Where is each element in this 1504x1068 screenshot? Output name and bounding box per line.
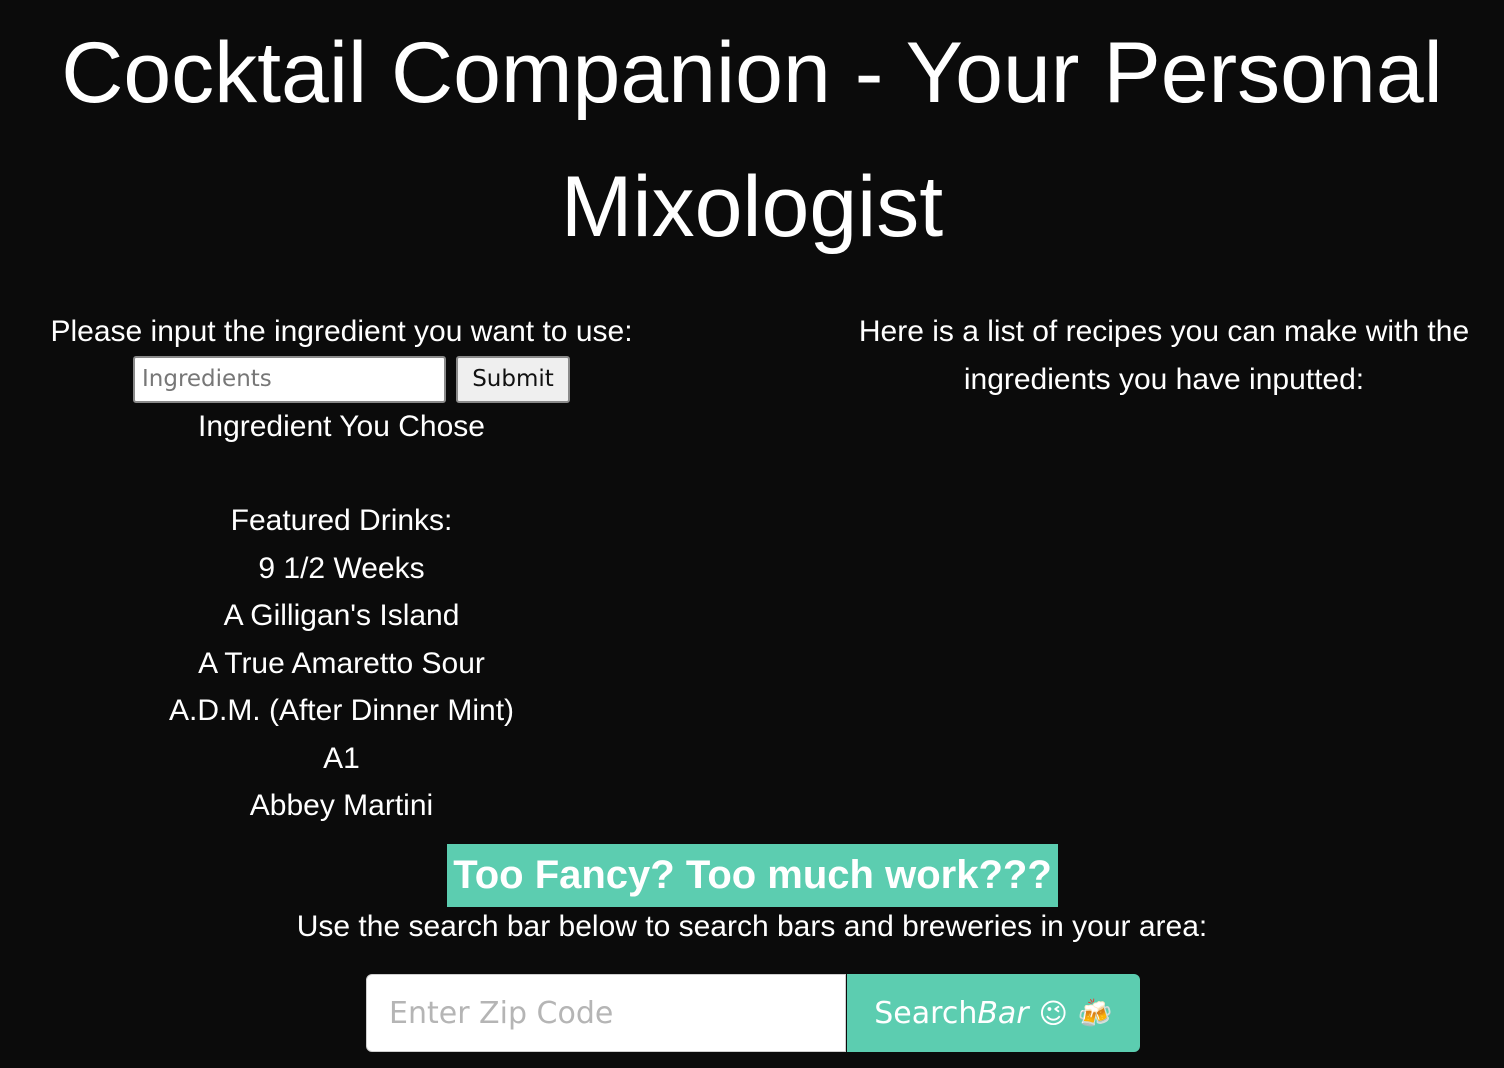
featured-drink-item: A Gilligan's Island — [223, 599, 460, 632]
featured-drinks-list: 9 1/2 Weeks A Gilligan's Island A True A… — [0, 545, 683, 830]
ingredient-prompt: Please input the ingredient you want to … — [50, 315, 633, 348]
submit-button[interactable]: Submit — [456, 355, 570, 403]
ingredient-section: Please input the ingredient you want to … — [0, 308, 683, 830]
recipes-section: Here is a list of recipes you can make w… — [826, 308, 1502, 404]
recipes-heading: Here is a list of recipes you can make w… — [858, 315, 1470, 396]
search-bar-button-label: SearchBar — [874, 995, 1029, 1031]
featured-drinks-heading: Featured Drinks: — [230, 504, 453, 537]
too-fancy-banner: Too Fancy? Too much work??? — [447, 844, 1058, 907]
zip-code-input[interactable] — [366, 974, 846, 1052]
featured-drink-item: A True Amaretto Sour — [198, 646, 485, 680]
clinking-beer-mugs-icon: 🍻 — [1077, 996, 1113, 1030]
winking-face-icon: 😉 — [1038, 996, 1068, 1030]
ingredient-input[interactable] — [133, 355, 446, 403]
search-bar-button[interactable]: SearchBar 😉 🍻 — [847, 974, 1140, 1052]
featured-drink-item: A1 — [323, 741, 360, 775]
chosen-ingredient-label: Ingredient You Chose — [198, 410, 485, 443]
ingredient-form: Submit — [20, 355, 683, 403]
featured-drink-item: A.D.M. (After Dinner Mint) — [168, 694, 515, 727]
featured-drink-item: Abbey Martini — [249, 789, 434, 822]
bar-search-help-text: Use the search bar below to search bars … — [296, 910, 1208, 943]
page-title: Cocktail Companion - Your Personal Mixol… — [61, 25, 1443, 255]
featured-drink-item: 9 1/2 Weeks — [258, 551, 425, 585]
